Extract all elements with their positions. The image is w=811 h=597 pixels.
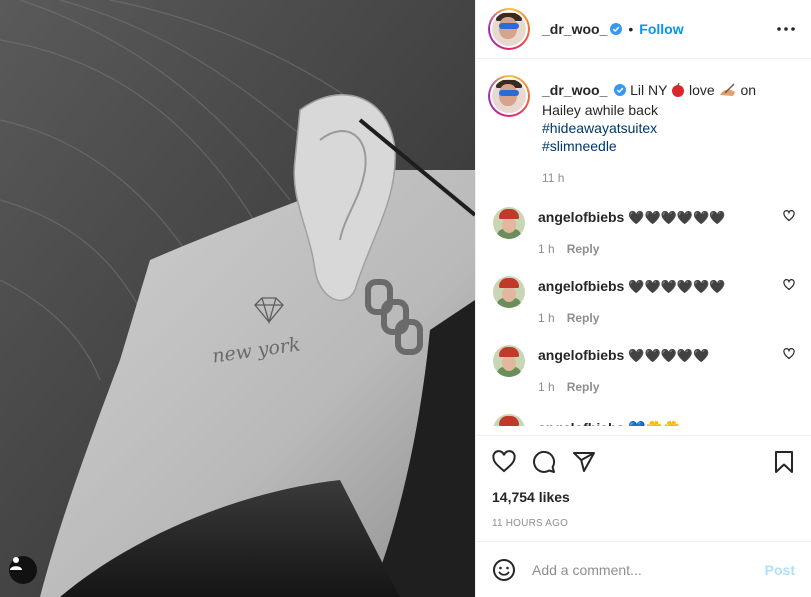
commenter-avatar[interactable] [493, 345, 525, 377]
more-options-icon[interactable] [777, 27, 795, 31]
caption-avatar[interactable] [488, 75, 530, 117]
posted-time[interactable]: 11 HOURS AGO [492, 518, 795, 529]
comment-item-partial: angelofbiebs 💙🌼🌼 [488, 414, 795, 426]
heart-icon[interactable] [492, 450, 516, 474]
post-actions: 14,754 likes 11 HOURS AGO [476, 435, 811, 541]
commenter-avatar[interactable] [493, 414, 525, 426]
post-header: _dr_woo_ • Follow [476, 0, 811, 59]
comment-heart-icon[interactable] [783, 209, 795, 225]
caption-text-2: love [689, 82, 715, 98]
comment-input[interactable] [532, 561, 765, 578]
author-avatar[interactable] [488, 8, 530, 50]
comment-time: 1 h [538, 311, 555, 325]
caption-text-1: Lil NY [630, 82, 668, 98]
author-username[interactable]: _dr_woo_ [542, 21, 607, 37]
post-comment-button[interactable]: Post [765, 562, 795, 578]
post-modal: new york _dr_woo_ • Follow _dr_woo_ Lil … [0, 0, 811, 597]
verified-badge-icon [614, 84, 627, 96]
separator-dot: • [628, 21, 634, 37]
commenter-username[interactable]: angelofbiebs [538, 420, 624, 426]
share-icon[interactable] [572, 450, 596, 474]
commenter-avatar[interactable] [493, 207, 525, 239]
commenter-avatar[interactable] [493, 276, 525, 308]
apple-emoji [671, 82, 685, 101]
post-caption: _dr_woo_ Lil NY love on Hailey awhile ba… [488, 75, 795, 187]
add-comment-bar: Post [476, 541, 811, 597]
comment-text: 💙🌼🌼 [628, 420, 680, 426]
comment-time: 1 h [538, 242, 555, 256]
comment-item: angelofbiebs 🖤🖤🖤🖤🖤 1 h Reply [488, 345, 795, 394]
commenter-username[interactable]: angelofbiebs [538, 209, 624, 225]
comment-heart-icon[interactable] [783, 278, 795, 294]
writing-hand-emoji [719, 83, 737, 101]
comment-text: 🖤🖤🖤🖤🖤🖤 [628, 279, 726, 294]
comments-list[interactable]: _dr_woo_ Lil NY love on Hailey awhile ba… [476, 59, 811, 435]
likes-count[interactable]: 14,754 likes [492, 489, 795, 505]
comment-time: 1 h [538, 380, 555, 394]
post-side-panel: _dr_woo_ • Follow _dr_woo_ Lil NY love o… [475, 0, 811, 597]
comment-item: angelofbiebs 🖤🖤🖤🖤🖤🖤 1 h Reply [488, 276, 795, 325]
verified-badge-icon [610, 23, 623, 35]
commenter-username[interactable]: angelofbiebs [538, 347, 624, 363]
bookmark-icon[interactable] [773, 450, 795, 474]
commenter-username[interactable]: angelofbiebs [538, 278, 624, 294]
caption-username[interactable]: _dr_woo_ [542, 82, 607, 98]
hashtag-slimneedle[interactable]: #slimneedle [542, 137, 795, 155]
emoji-smile-icon[interactable] [492, 558, 516, 582]
user-tag-icon[interactable] [9, 556, 37, 584]
comment-text: 🖤🖤🖤🖤🖤 [628, 348, 710, 363]
caption-time: 11 h [542, 171, 565, 185]
reply-button[interactable]: Reply [567, 311, 600, 325]
hashtag-hideawayatsuitex[interactable]: #hideawayatsuitex [542, 119, 795, 137]
comment-heart-icon[interactable] [783, 347, 795, 363]
reply-button[interactable]: Reply [567, 380, 600, 394]
reply-button[interactable]: Reply [567, 242, 600, 256]
photo-image: new york [0, 0, 475, 597]
comment-icon[interactable] [532, 450, 556, 474]
comment-item: angelofbiebs 🖤🖤🖤🖤🖤🖤 1 h Reply [488, 207, 795, 256]
comment-text: 🖤🖤🖤🖤🖤🖤 [628, 210, 726, 225]
post-photo[interactable]: new york [0, 0, 475, 597]
follow-button[interactable]: Follow [639, 21, 683, 37]
